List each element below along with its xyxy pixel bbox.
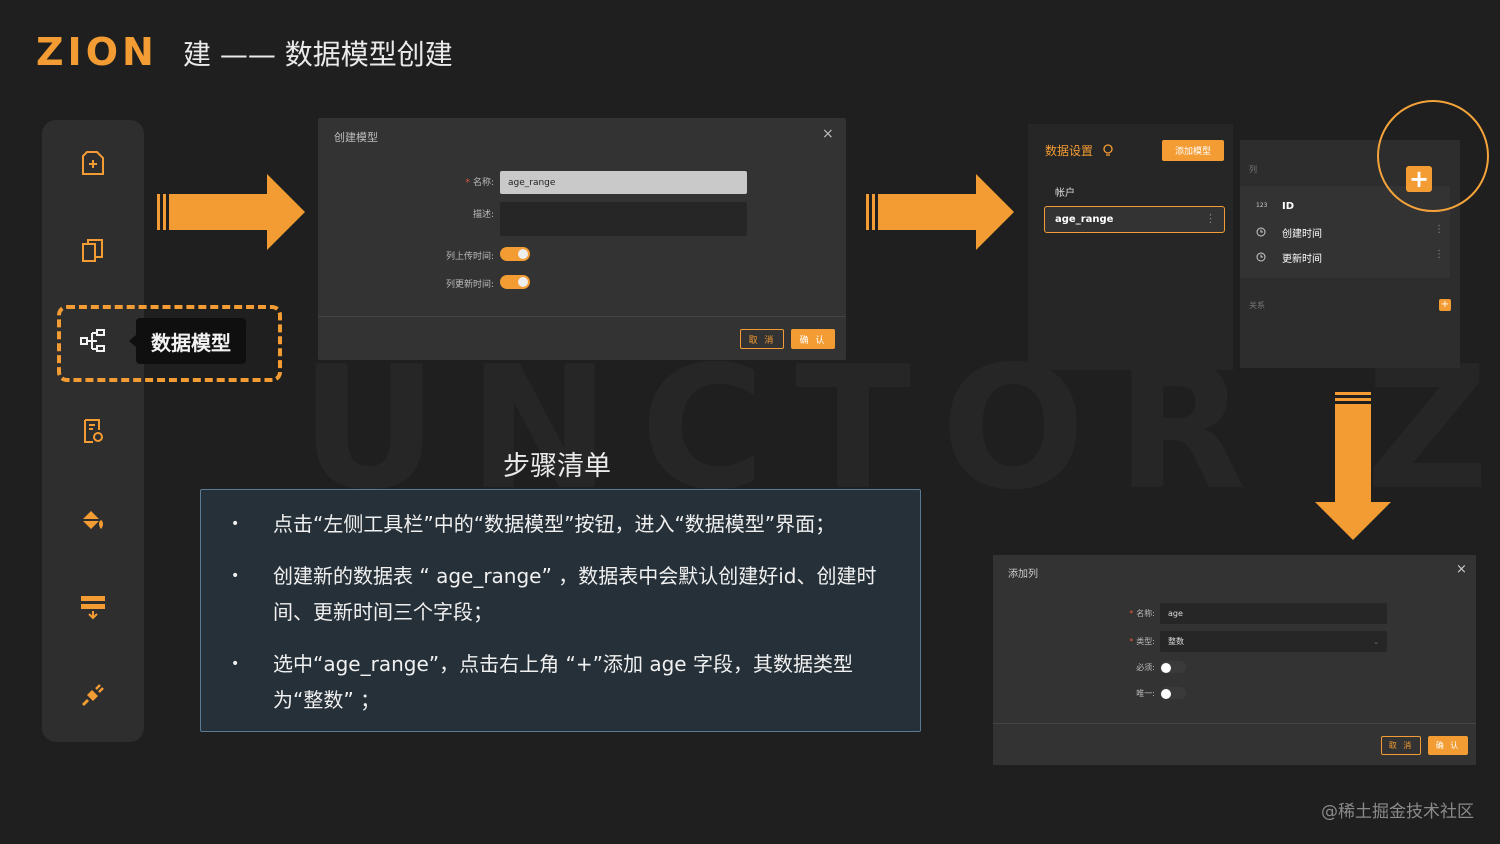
step-item-2: 创建新的数据表 “ age_range” ，数据表中会默认创建好id、创建时间、…	[273, 564, 877, 624]
required-toggle[interactable]	[1160, 661, 1186, 673]
step-item-1: 点击“左侧工具栏”中的“数据模型”按钮，进入“数据模型”界面；	[273, 512, 836, 536]
upload-time-toggle[interactable]	[500, 247, 530, 261]
bullet: •	[231, 516, 240, 532]
create-model-modal: 创建模型 × * 名称: age_range 描述: 列上传时间: 列更新时间: …	[318, 118, 846, 360]
description-input[interactable]	[500, 202, 747, 236]
relations-header: 关系	[1249, 301, 1265, 310]
more-icon[interactable]: ⋮	[1434, 249, 1444, 260]
required-label: 必须:	[1136, 663, 1155, 672]
right-arrow-2	[866, 174, 1014, 250]
upload-time-label: 列上传时间:	[445, 252, 494, 262]
right-arrow-1	[157, 174, 305, 250]
clock-icon	[1256, 227, 1266, 237]
data-model-tooltip: 数据模型	[129, 318, 246, 364]
cancel-button[interactable]: 取 消	[740, 329, 784, 349]
type-value: 整数	[1168, 637, 1184, 646]
steps-list: • 点击“左侧工具栏”中的“数据模型”按钮，进入“数据模型”界面； • 创建新的…	[200, 489, 921, 732]
name-label: * 名称:	[1129, 609, 1155, 618]
bullet: •	[231, 568, 240, 584]
close-icon[interactable]: ×	[1456, 562, 1467, 577]
page-add-icon[interactable]	[78, 148, 108, 178]
model-name-input[interactable]: age_range	[500, 171, 747, 194]
unique-label: 唯一:	[1136, 689, 1155, 698]
column-updated-time[interactable]: 更新时间	[1282, 250, 1322, 265]
number-icon: 123	[1256, 202, 1268, 209]
type-label: * 类型:	[1129, 637, 1155, 646]
steps-title: 步骤清单	[503, 451, 611, 482]
down-arrow	[1315, 392, 1391, 540]
plugin-icon[interactable]	[78, 680, 108, 710]
model-list-item-selected[interactable]: age_range ⋮	[1044, 206, 1225, 233]
source-watermark: @稀土掘金技术社区	[1321, 802, 1474, 822]
layout-icon[interactable]	[78, 592, 108, 622]
model-name: age_range	[1055, 214, 1114, 225]
column-type-select[interactable]: 整数 ⌄	[1160, 631, 1387, 652]
unique-toggle[interactable]	[1160, 687, 1186, 699]
account-item[interactable]: 帐户	[1055, 184, 1075, 199]
add-model-button[interactable]: 添加模型	[1162, 140, 1224, 161]
update-time-toggle[interactable]	[500, 275, 530, 289]
update-time-label: 列更新时间:	[445, 280, 494, 290]
modal-title: 创建模型	[334, 131, 378, 144]
bullet: •	[231, 656, 240, 672]
close-icon[interactable]: ×	[822, 126, 834, 142]
add-relation-button[interactable]: +	[1439, 299, 1451, 311]
add-column-modal: 添加列 × * 名称: age * 类型: 整数 ⌄ 必须: 唯一: 取 消 确 认	[993, 555, 1476, 765]
clock-icon	[1256, 252, 1266, 262]
column-name-input[interactable]: age	[1160, 603, 1387, 624]
left-toolbar	[42, 120, 144, 742]
add-column-button[interactable]: +	[1406, 165, 1432, 193]
chevron-down-icon: ⌄	[1373, 637, 1379, 646]
desc-label: 描述:	[472, 210, 494, 220]
confirm-button[interactable]: 确 认	[1428, 736, 1468, 755]
confirm-button[interactable]: 确 认	[791, 329, 835, 349]
cancel-button[interactable]: 取 消	[1381, 736, 1421, 755]
divider	[993, 723, 1476, 724]
settings-file-icon[interactable]	[78, 416, 108, 446]
data-settings-panel: 数据设置 添加模型 帐户 age_range ⋮	[1028, 124, 1233, 370]
bulb-icon	[1103, 144, 1113, 156]
modal-title: 添加列	[1008, 569, 1038, 580]
column-id[interactable]: ID	[1282, 201, 1294, 212]
data-settings-title: 数据设置	[1045, 144, 1094, 158]
step-item-3: 选中“age_range”，点击右上角 “+”添加 age 字段，其数据类型为“…	[273, 652, 853, 712]
highlight-circle	[1377, 100, 1489, 212]
columns-header: 列	[1249, 165, 1257, 174]
more-icon[interactable]: ⋮	[1434, 224, 1444, 235]
name-label: * 名称:	[465, 178, 494, 188]
page-title: 建 —— 数据模型创建	[183, 38, 453, 71]
column-created-time[interactable]: 创建时间	[1282, 225, 1322, 240]
more-icon[interactable]: ⋮	[1205, 212, 1216, 225]
divider	[318, 316, 846, 317]
paint-bucket-icon[interactable]	[78, 506, 108, 536]
pages-icon[interactable]	[78, 236, 108, 266]
zion-logo: ZION	[36, 30, 158, 74]
